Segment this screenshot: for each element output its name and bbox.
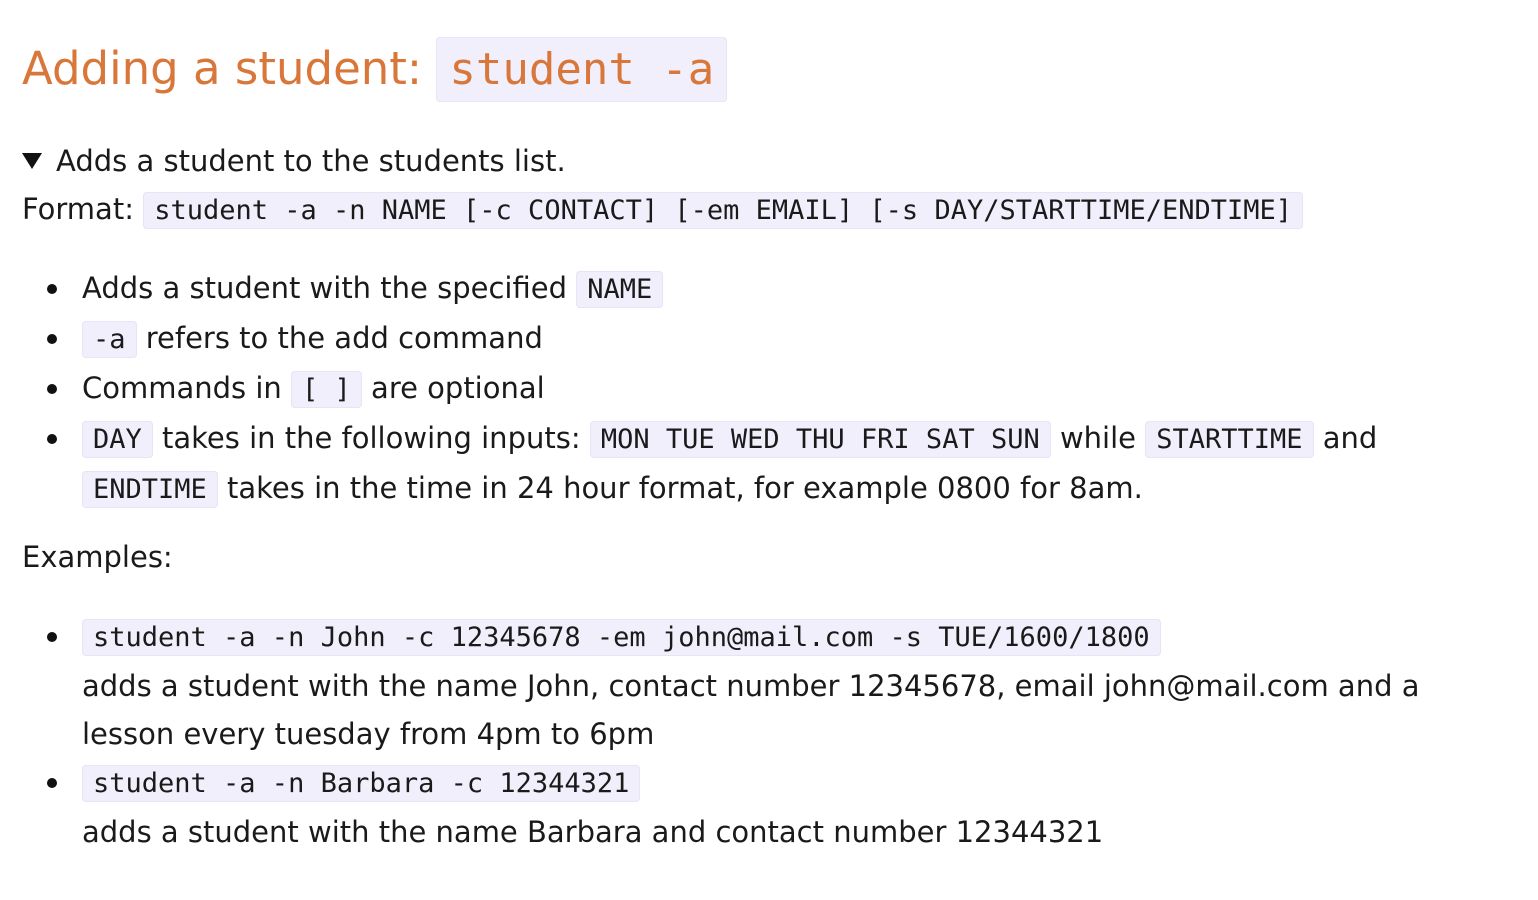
example-code: student -a -n John -c 12345678 -em john@… xyxy=(82,619,1161,656)
days-code: MON TUE WED THU FRI SAT SUN xyxy=(589,421,1051,458)
examples-list: student -a -n John -c 12345678 -em john@… xyxy=(22,612,1482,856)
brackets-code: [ ] xyxy=(291,371,362,408)
endtime-code: ENDTIME xyxy=(82,471,218,508)
note-text: takes in the following inputs: xyxy=(152,421,590,455)
day-code: DAY xyxy=(82,421,153,458)
examples-heading: Examples: xyxy=(22,540,173,574)
details-summary[interactable]: Adds a student to the students list. xyxy=(22,140,566,182)
list-item: -a refers to the add command xyxy=(22,314,1482,364)
note-text: Adds a student with the specified xyxy=(82,271,577,305)
note-text: while xyxy=(1050,421,1146,455)
flag-code: -a xyxy=(82,321,137,358)
starttime-code: STARTTIME xyxy=(1145,421,1314,458)
heading-text: Adding a student: xyxy=(22,42,437,95)
summary-text: Adds a student to the students list. xyxy=(56,144,566,178)
notes-list: Adds a student with the specified NAME -… xyxy=(22,264,1482,514)
list-item: Adds a student with the specified NAME xyxy=(22,264,1482,314)
note-text: and xyxy=(1313,421,1378,455)
list-item: Commands in [ ] are optional xyxy=(22,364,1482,414)
format-code: student -a -n NAME [-c CONTACT] [-em EMA… xyxy=(143,192,1304,229)
note-text: are optional xyxy=(361,371,545,405)
example-description: adds a student with the name John, conta… xyxy=(82,669,1420,751)
note-text: refers to the add command xyxy=(136,321,543,355)
format-label: Format: xyxy=(22,192,144,226)
list-item: DAY takes in the following inputs: MON T… xyxy=(22,414,1482,514)
example-description: adds a student with the name Barbara and… xyxy=(82,815,1104,849)
heading-command-code: student -a xyxy=(436,37,728,102)
note-text: Commands in xyxy=(82,371,292,405)
example-code: student -a -n Barbara -c 12344321 xyxy=(82,765,641,802)
disclosure-triangle-icon[interactable] xyxy=(22,153,42,169)
section-heading: Adding a student: student -a xyxy=(22,36,728,103)
list-item: student -a -n John -c 12345678 -em john@… xyxy=(22,612,1482,758)
name-code: NAME xyxy=(576,271,664,308)
format-line: Format: student -a -n NAME [-c CONTACT] … xyxy=(22,188,1304,232)
note-text: takes in the time in 24 hour format, for… xyxy=(217,471,1143,505)
list-item: student -a -n Barbara -c 12344321 adds a … xyxy=(22,758,1482,856)
